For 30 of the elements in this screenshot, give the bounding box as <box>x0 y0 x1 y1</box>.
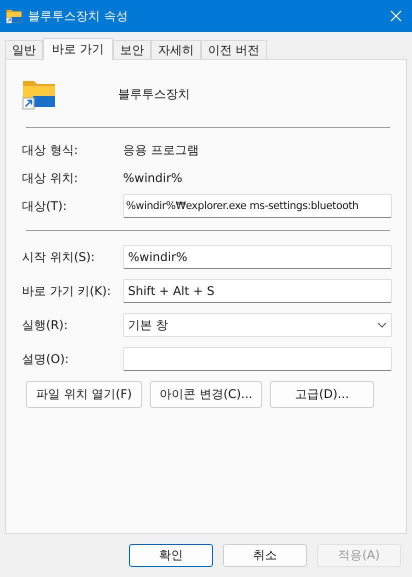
action-button[interactable]: 고급(D)... <box>270 381 374 408</box>
input-field[interactable]: %windir%₩explorer.exe ms-settings:bluetooth <box>123 194 392 218</box>
field-label: 시작 위치(S): <box>22 248 96 266</box>
chevron-down-icon <box>377 322 387 328</box>
field-label: 설명(O): <box>22 350 70 368</box>
shortcut-folder-icon <box>22 78 56 110</box>
dropdown[interactable]: 기본 창 <box>123 313 392 337</box>
field-label: 바로 가기 키(K): <box>22 282 112 300</box>
field-value: 응용 프로그램 <box>123 142 199 158</box>
shortcut-name: 블루투스장치 <box>118 86 190 102</box>
action-button[interactable]: 파일 위치 열기(F) <box>26 381 142 408</box>
action-button[interactable]: 아이콘 변경(C)... <box>150 381 262 408</box>
field-value: %windir% <box>123 171 182 185</box>
input-field[interactable]: %windir% <box>123 245 392 269</box>
field-label: 대상 위치: <box>22 170 79 186</box>
dialog-button[interactable]: 취소 <box>223 544 307 567</box>
tab[interactable]: 보안 <box>112 40 151 59</box>
dialog-button[interactable]: 확인 <box>129 544 213 567</box>
close-icon[interactable] <box>390 10 402 22</box>
tab[interactable]: 일반 <box>5 40 43 59</box>
input-field[interactable]: Shift + Alt + S <box>123 279 392 303</box>
field-label: 대상 형식: <box>22 142 79 158</box>
tab[interactable]: 자세히 <box>150 40 201 59</box>
window-title: 블루투스장치 속성 <box>28 8 129 24</box>
field-label: 실행(R): <box>22 316 69 334</box>
tab[interactable]: 바로 가기 <box>43 38 113 60</box>
input-field[interactable] <box>123 347 392 371</box>
tab[interactable]: 이전 버전 <box>200 40 267 59</box>
folder-icon <box>6 8 22 24</box>
field-label: 대상(T): <box>22 198 68 214</box>
